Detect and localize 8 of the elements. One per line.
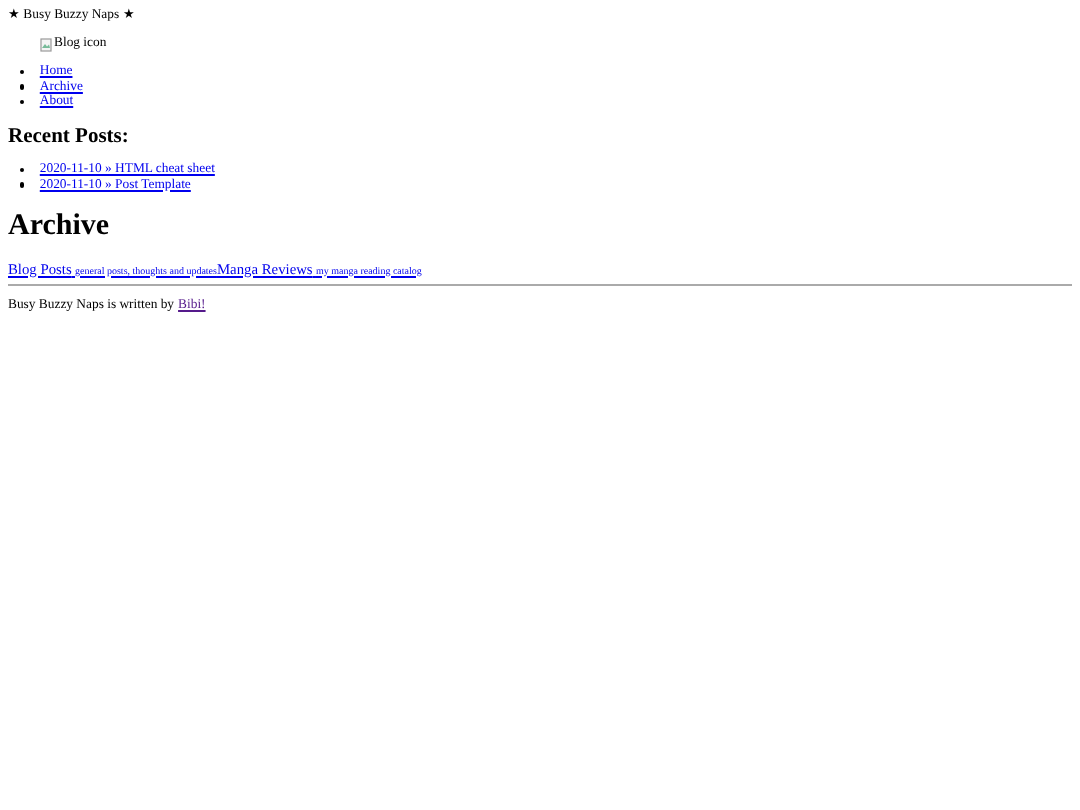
bullet-icon xyxy=(20,100,25,105)
bullet-icon xyxy=(20,69,25,75)
bullet-icon xyxy=(20,167,25,173)
bullet-icon xyxy=(20,84,25,90)
broken-image-icon xyxy=(40,37,52,51)
recent-posts-heading: Recent Posts: xyxy=(8,126,131,151)
bullet-icon xyxy=(20,182,25,188)
page-heading: Archive xyxy=(8,209,112,244)
